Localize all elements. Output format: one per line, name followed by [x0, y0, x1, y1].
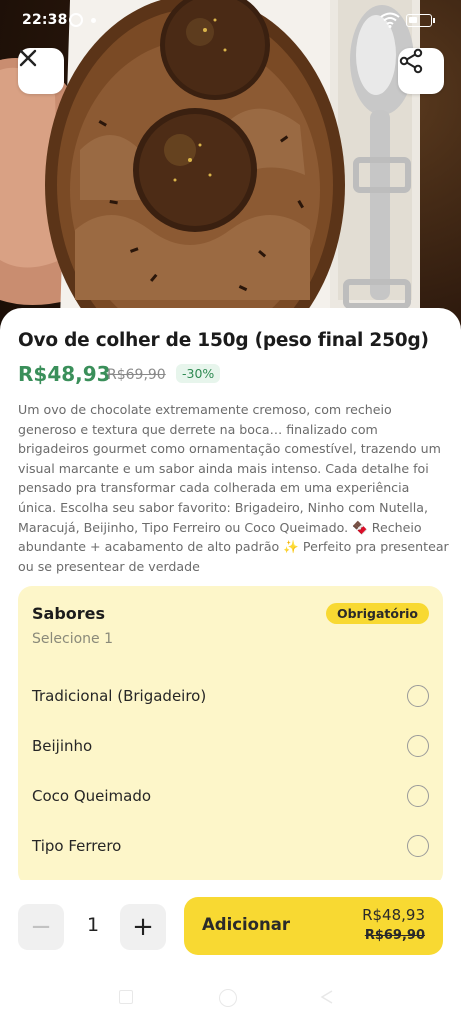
option-radio[interactable]: [407, 685, 429, 707]
option-row[interactable]: Tipo Ferrero: [18, 824, 443, 874]
status-bar: 22:38: [0, 0, 461, 40]
system-navigation-bar: [0, 989, 461, 1024]
status-time: 22:38: [22, 12, 68, 28]
product-image: 22:38: [0, 0, 461, 330]
product-title: Ovo de colher de 150g (peso final 250g): [18, 330, 429, 351]
notification-dot-icon: [91, 18, 96, 23]
close-icon: [19, 49, 37, 67]
option-radio[interactable]: [407, 735, 429, 757]
chocolate-egg-illustration: [0, 0, 420, 330]
whatsapp-notification-icon: [69, 13, 83, 27]
required-badge: Obrigatório: [325, 603, 429, 624]
product-description: Um ovo de chocolate extremamente cremoso…: [18, 402, 449, 574]
option-label: Tradicional (Brigadeiro): [32, 687, 207, 705]
options-title: Sabores: [32, 604, 106, 623]
option-label: Coco Queimado: [32, 787, 152, 805]
home-icon[interactable]: [219, 989, 237, 1007]
wifi-icon: [380, 12, 400, 28]
add-button-label: Adicionar: [202, 915, 291, 934]
option-radio[interactable]: [407, 785, 429, 807]
product-price: R$48,93: [18, 362, 111, 386]
options-subtitle: Selecione 1: [32, 631, 113, 647]
battery-icon: [406, 14, 435, 27]
option-label: Beijinho: [32, 737, 93, 755]
add-to-cart-button[interactable]: Adicionar R$48,93 R$69,90: [184, 897, 443, 955]
option-row[interactable]: Tradicional (Brigadeiro): [18, 674, 443, 724]
share-icon: [399, 48, 423, 74]
add-button-price: R$48,93: [362, 906, 425, 924]
increase-quantity-button[interactable]: +: [120, 904, 166, 950]
option-row[interactable]: Coco Queimado: [18, 774, 443, 824]
discount-badge: -30%: [176, 364, 221, 383]
add-button-old-price: R$69,90: [364, 928, 425, 943]
flavor-options-group: Sabores Obrigatório Selecione 1 Tradicio…: [18, 586, 443, 886]
decrease-quantity-button[interactable]: −: [18, 904, 64, 950]
back-icon[interactable]: [320, 990, 334, 1004]
quantity-value: 1: [86, 914, 100, 936]
recents-icon[interactable]: [119, 990, 133, 1004]
option-row[interactable]: Beijinho: [18, 724, 443, 774]
option-radio[interactable]: [407, 835, 429, 857]
product-old-price: R$69,90: [107, 367, 166, 383]
share-button[interactable]: [398, 48, 444, 94]
close-button[interactable]: [18, 48, 64, 94]
option-label: Tipo Ferrero: [32, 837, 122, 855]
